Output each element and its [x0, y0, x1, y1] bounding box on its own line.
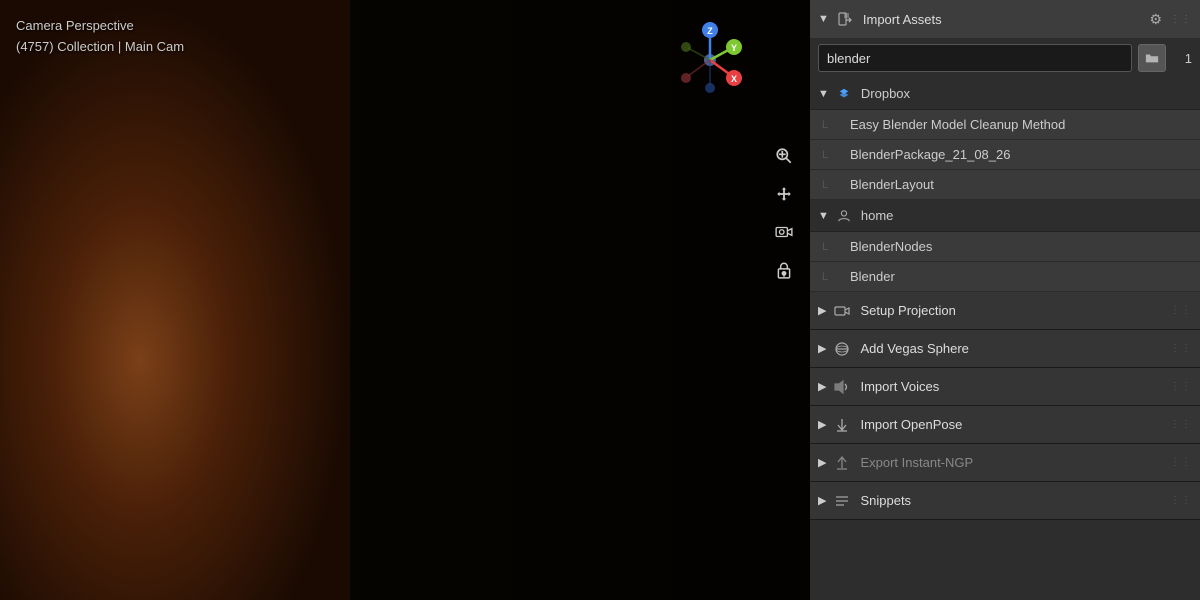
add-vegas-sphere-icon	[832, 339, 852, 359]
search-count: 1	[1172, 51, 1192, 66]
import-voices-drag: ⋮⋮	[1170, 381, 1192, 392]
home-name: home	[861, 208, 894, 223]
pan-tool[interactable]	[768, 178, 800, 210]
import-assets-header[interactable]: ▼ Import Assets ⚙ ⋮⋮	[810, 0, 1200, 38]
import-openpose-section[interactable]: ▶ Import OpenPose ⋮⋮	[810, 406, 1200, 444]
snippets-title: Snippets	[860, 493, 1170, 508]
dropbox-icon	[835, 85, 853, 103]
setup-projection-icon	[832, 301, 852, 321]
collection-label: (4757) Collection | Main Cam	[16, 37, 184, 58]
camera-perspective-label: Camera Perspective	[16, 16, 184, 37]
export-instant-ngp-chevron: ▶	[818, 456, 826, 469]
snippets-drag: ⋮⋮	[1170, 495, 1192, 506]
import-voices-title: Import Voices	[860, 379, 1170, 394]
import-openpose-title: Import OpenPose	[860, 417, 1170, 432]
camera-tool[interactable]	[768, 216, 800, 248]
home-chevron: ▼	[818, 210, 829, 222]
import-assets-chevron: ▼	[818, 13, 829, 25]
home-section: ▼ home BlenderNodes Blender	[810, 200, 1200, 292]
dropbox-chevron: ▼	[818, 88, 829, 100]
home-icon	[835, 207, 853, 225]
dropbox-item-1[interactable]: BlenderPackage_21_08_26	[810, 140, 1200, 170]
dropbox-name: Dropbox	[861, 86, 910, 101]
search-input[interactable]: blender	[818, 44, 1132, 72]
setup-projection-chevron: ▶	[818, 304, 826, 317]
import-assets-icon	[835, 9, 855, 29]
setup-projection-section[interactable]: ▶ Setup Projection ⋮⋮	[810, 292, 1200, 330]
svg-text:Z: Z	[707, 26, 713, 36]
add-vegas-sphere-section[interactable]: ▶ Add Vegas Sphere ⋮⋮	[810, 330, 1200, 368]
search-bar: blender 1	[810, 38, 1200, 78]
svg-text:X: X	[731, 74, 737, 84]
setup-projection-drag: ⋮⋮	[1170, 305, 1192, 316]
navigation-gizmo[interactable]: Z Y X	[670, 20, 750, 100]
export-instant-ngp-drag: ⋮⋮	[1170, 457, 1192, 468]
home-items: BlenderNodes Blender	[810, 232, 1200, 292]
add-vegas-sphere-chevron: ▶	[818, 342, 826, 355]
viewport-wall	[0, 0, 350, 600]
import-voices-chevron: ▶	[818, 380, 826, 393]
import-voices-section[interactable]: ▶ Import Voices ⋮⋮	[810, 368, 1200, 406]
import-openpose-drag: ⋮⋮	[1170, 419, 1192, 430]
search-folder-button[interactable]	[1138, 44, 1166, 72]
right-panel: ▼ Import Assets ⚙ ⋮⋮ blender 1 ▼	[810, 0, 1200, 600]
zoom-tool[interactable]	[768, 140, 800, 172]
svg-text:Y: Y	[731, 43, 737, 53]
dropbox-item-0[interactable]: Easy Blender Model Cleanup Method	[810, 110, 1200, 140]
home-header[interactable]: ▼ home	[810, 200, 1200, 232]
import-openpose-icon	[832, 415, 852, 435]
setup-projection-title: Setup Projection	[860, 303, 1170, 318]
snippets-icon	[832, 491, 852, 511]
dropbox-item-2[interactable]: BlenderLayout	[810, 170, 1200, 200]
add-vegas-sphere-drag: ⋮⋮	[1170, 343, 1192, 354]
import-assets-drag: ⋮⋮	[1170, 14, 1192, 25]
import-openpose-chevron: ▶	[818, 418, 826, 431]
snippets-chevron: ▶	[818, 494, 826, 507]
import-assets-gear[interactable]: ⚙	[1149, 11, 1162, 28]
export-instant-ngp-icon	[832, 453, 852, 473]
viewport: Camera Perspective (4757) Collection | M…	[0, 0, 810, 600]
add-vegas-sphere-title: Add Vegas Sphere	[860, 341, 1170, 356]
export-instant-ngp-title: Export Instant-NGP	[860, 455, 1170, 470]
snippets-section[interactable]: ▶ Snippets ⋮⋮	[810, 482, 1200, 520]
export-instant-ngp-section[interactable]: ▶ Export Instant-NGP ⋮⋮	[810, 444, 1200, 482]
camera-info: Camera Perspective (4757) Collection | M…	[16, 16, 184, 58]
home-item-1[interactable]: Blender	[810, 262, 1200, 292]
dropbox-section: ▼ Dropbox Easy Blender Model Cleanup Met…	[810, 78, 1200, 200]
home-item-0[interactable]: BlenderNodes	[810, 232, 1200, 262]
dropbox-header[interactable]: ▼ Dropbox	[810, 78, 1200, 110]
dropbox-items: Easy Blender Model Cleanup Method Blende…	[810, 110, 1200, 200]
import-voices-icon	[832, 377, 852, 397]
lock-tool[interactable]	[768, 254, 800, 286]
viewport-tools	[768, 140, 800, 286]
import-assets-title: Import Assets	[863, 12, 1150, 27]
